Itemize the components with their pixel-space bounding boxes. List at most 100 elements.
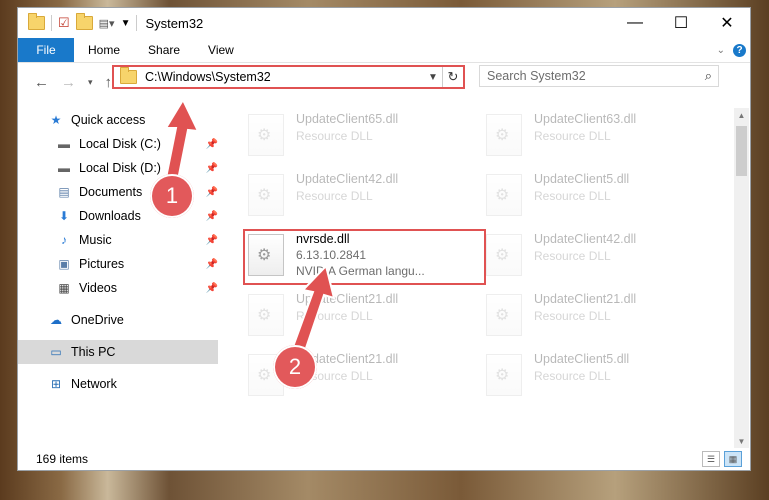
step-1-badge: 1 [150, 174, 194, 218]
tab-home[interactable]: Home [74, 38, 134, 62]
chevron-down-icon[interactable]: ▼ [424, 72, 442, 83]
list-item[interactable]: UpdateClient63.dll Resource DLL [486, 110, 716, 164]
file-name: UpdateClient63.dll [534, 112, 637, 126]
close-button[interactable]: ✕ [704, 8, 750, 38]
window-title: System32 [145, 15, 204, 31]
dll-file-icon [486, 354, 522, 396]
sidebar-item-videos[interactable]: ▦ Videos 📌 [18, 276, 218, 300]
download-icon: ⬇ [58, 209, 70, 223]
dll-file-icon [248, 114, 284, 156]
sidebar-item-label: Quick access [71, 113, 146, 127]
pin-icon[interactable]: 📌 [206, 259, 218, 270]
tiles-view-icon[interactable]: ▦ [724, 451, 742, 467]
file-type: Resource DLL [534, 129, 611, 143]
list-item[interactable]: UpdateClient5.dll Resource DLL [486, 170, 716, 224]
details-view-icon[interactable]: ☰ [702, 451, 720, 467]
minimize-button[interactable]: — [612, 8, 658, 38]
address-bar[interactable]: C:\Windows\System32 ▼ ↻ [112, 65, 465, 89]
sidebar-item-this-pc[interactable]: ▭ This PC [18, 340, 218, 364]
vertical-scrollbar[interactable]: ▲ ▼ [734, 108, 749, 448]
music-icon: ♪ [61, 233, 67, 247]
scroll-up-icon[interactable]: ▲ [734, 108, 749, 122]
videos-icon: ▦ [58, 281, 70, 295]
file-name: UpdateClient42.dll [534, 232, 637, 246]
help-icon[interactable]: ? [733, 43, 746, 57]
dll-file-icon [486, 174, 522, 216]
dll-file-icon [486, 234, 522, 276]
tab-view[interactable]: View [194, 38, 248, 62]
pictures-icon: ▣ [58, 257, 70, 271]
sidebar-item-label: Local Disk (D:) [79, 161, 161, 175]
sidebar-item-onedrive[interactable]: ☁ OneDrive [18, 308, 218, 332]
list-item[interactable]: UpdateClient5.dll Resource DLL [486, 350, 716, 404]
file-type: Resource DLL [534, 249, 611, 263]
up-arrow-icon[interactable]: ↑ [105, 74, 113, 91]
file-name: UpdateClient21.dll [296, 292, 399, 306]
refresh-icon[interactable]: ↻ [442, 67, 463, 87]
scroll-down-icon[interactable]: ▼ [734, 434, 749, 448]
back-arrow-icon[interactable]: ← [34, 74, 49, 91]
sidebar-item-quick-access[interactable]: ★ Quick access [18, 108, 218, 132]
documents-icon: ▤ [58, 185, 70, 199]
new-folder-icon[interactable] [75, 13, 93, 30]
chevron-down-icon[interactable]: ▼ [121, 18, 131, 29]
dll-file-icon [248, 174, 284, 216]
file-type: Resource DLL [534, 189, 611, 203]
file-name: UpdateClient5.dll [534, 172, 630, 186]
pin-icon[interactable]: 📌 [206, 235, 218, 246]
star-icon: ★ [50, 113, 62, 127]
title-bar: ☑ ▤▾ ▼ System32 — ☐ ✕ [18, 8, 750, 38]
maximize-button[interactable]: ☐ [658, 8, 704, 38]
file-name: UpdateClient5.dll [534, 352, 630, 366]
pin-icon[interactable]: 📌 [206, 187, 218, 198]
search-icon[interactable]: ⌕ [705, 68, 712, 84]
divider [51, 15, 52, 31]
sidebar-item-pictures[interactable]: ▣ Pictures 📌 [18, 252, 218, 276]
file-type: Resource DLL [534, 369, 611, 383]
item-count: 169 items [36, 452, 89, 466]
cloud-icon: ☁ [50, 313, 62, 327]
tab-file[interactable]: File [18, 38, 74, 62]
list-item[interactable]: UpdateClient65.dll Resource DLL [248, 110, 478, 164]
quick-access-toolbar: ☑ ▤▾ ▼ [18, 13, 138, 31]
file-type: Resource DLL [296, 309, 373, 323]
sidebar-item-local-disk-d[interactable]: ▬ Local Disk (D:) 📌 [18, 156, 218, 180]
sidebar-item-music[interactable]: ♪ Music 📌 [18, 228, 218, 252]
sidebar-item-label: Network [71, 377, 117, 391]
list-item[interactable]: UpdateClient21.dll Resource DLL [248, 290, 478, 344]
scrollbar-thumb[interactable] [736, 126, 747, 176]
list-item[interactable]: UpdateClient42.dll Resource DLL [248, 170, 478, 224]
navigation-pane: ★ Quick access ▬ Local Disk (C:) 📌 ▬ Loc… [18, 108, 218, 438]
recent-locations-icon[interactable]: ▾ [88, 77, 93, 88]
sidebar-item-label: Downloads [79, 209, 141, 223]
list-item[interactable]: UpdateClient42.dll Resource DLL [486, 230, 716, 284]
sidebar-item-label: OneDrive [71, 313, 124, 327]
search-input[interactable]: Search System32 ⌕ [479, 65, 719, 87]
customize-toolbar-icon[interactable]: ▤▾ [99, 17, 115, 30]
sidebar-item-label: Pictures [79, 257, 125, 271]
pin-icon[interactable]: 📌 [206, 211, 218, 222]
pin-icon[interactable]: 📌 [206, 139, 218, 150]
forward-arrow-icon[interactable]: → [61, 74, 76, 91]
tab-share[interactable]: Share [134, 38, 194, 62]
pin-icon[interactable]: 📌 [206, 283, 218, 294]
address-path[interactable]: C:\Windows\System32 [145, 70, 271, 84]
pin-icon[interactable]: 📌 [206, 163, 218, 174]
dll-file-icon [486, 114, 522, 156]
sidebar-item-network[interactable]: ⊞ Network [18, 372, 218, 396]
sidebar-item-label: Videos [79, 281, 117, 295]
divider [136, 15, 138, 31]
dll-file-icon [248, 294, 284, 336]
properties-icon[interactable]: ☑ [58, 15, 70, 31]
file-type: Resource DLL [296, 189, 373, 203]
highlight-box [243, 229, 486, 285]
expand-ribbon-icon[interactable]: ⌄ [717, 45, 725, 56]
folder-icon [28, 13, 45, 30]
sidebar-item-label: Local Disk (C:) [79, 137, 161, 151]
sidebar-item-label: This PC [71, 345, 116, 359]
sidebar-item-local-disk-c[interactable]: ▬ Local Disk (C:) 📌 [18, 132, 218, 156]
list-item[interactable]: UpdateClient21.dll Resource DLL [486, 290, 716, 344]
sidebar-item-label: Documents [79, 185, 143, 199]
search-placeholder[interactable]: Search System32 [487, 69, 586, 83]
network-icon: ⊞ [50, 377, 62, 391]
